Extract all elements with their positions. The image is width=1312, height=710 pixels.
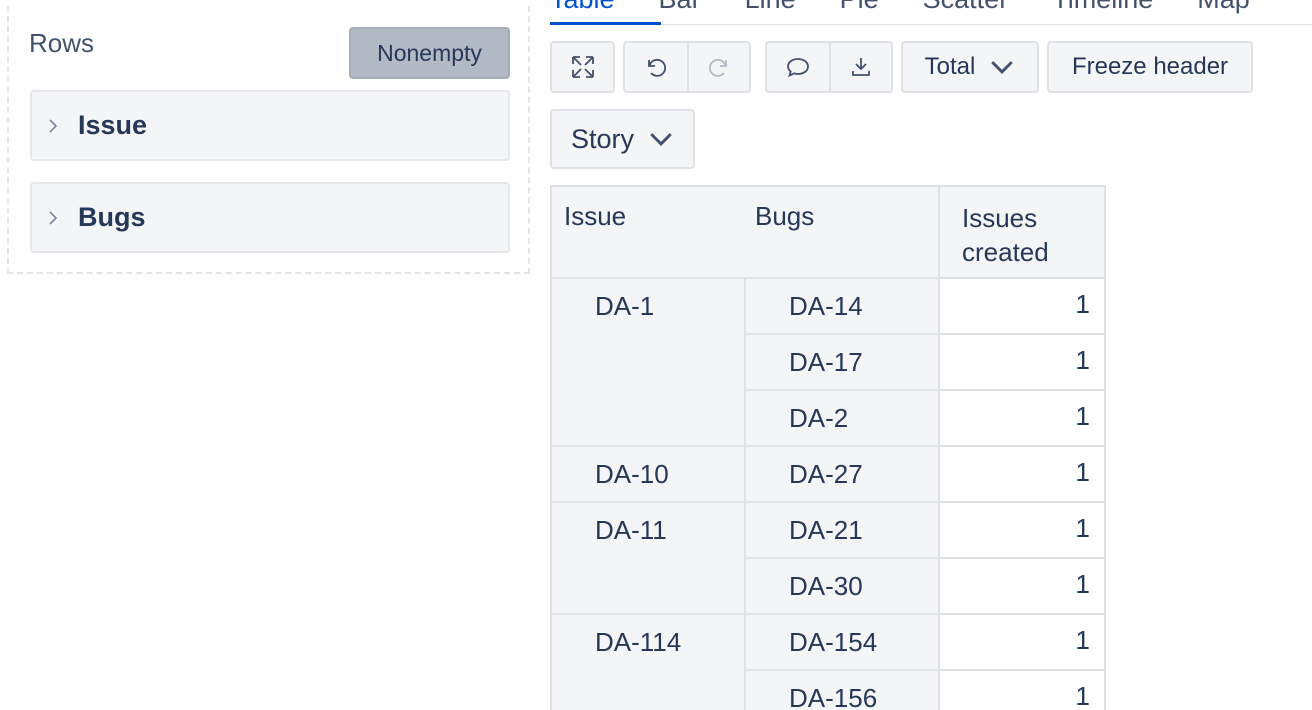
rows-dimension-issue[interactable]: Issue [30, 90, 510, 161]
comment-export-group [765, 41, 893, 93]
expand-icon [571, 56, 594, 78]
total-label: Total [924, 53, 976, 80]
active-tab-indicator [550, 22, 661, 25]
redo-button[interactable] [687, 43, 749, 91]
table-cell-value[interactable]: 1 [938, 613, 1106, 671]
table-cell-value[interactable]: 1 [938, 669, 1106, 710]
total-dropdown[interactable]: Total [901, 41, 1039, 93]
download-icon [852, 58, 870, 76]
table-cell-value[interactable]: 1 [938, 501, 1106, 559]
column-header-issue[interactable]: Issue [564, 201, 626, 232]
comment-icon [787, 58, 809, 78]
row-header-issue[interactable]: DA-10 [550, 445, 746, 503]
table-cell-value[interactable]: 1 [938, 333, 1106, 391]
tab-table[interactable]: Table [550, 0, 615, 24]
tab-timeline[interactable]: Timeline [1052, 0, 1153, 24]
fullscreen-button[interactable] [550, 41, 615, 93]
table-row: DA-10 DA-27 1 [550, 445, 1106, 503]
tab-map[interactable]: Map [1197, 0, 1250, 24]
comment-button[interactable] [767, 43, 829, 91]
column-header-bugs[interactable]: Bugs [755, 201, 814, 232]
undo-redo-group [623, 41, 751, 93]
tabs-divider [550, 24, 1312, 25]
freeze-header-label: Freeze header [1071, 53, 1229, 80]
dimension-label: Issue [78, 110, 148, 140]
tab-pie[interactable]: Pie [840, 0, 879, 24]
row-header-bug[interactable]: DA-21 [744, 501, 940, 559]
chevron-down-icon [991, 61, 1014, 74]
rows-title: Rows [29, 28, 95, 58]
freeze-header-button[interactable]: Freeze header [1047, 41, 1253, 93]
story-label: Story [570, 123, 635, 154]
table-row: DA-114 DA-154 1 [550, 613, 1106, 710]
table-row: DA-1 DA-14 1 [550, 277, 1106, 447]
story-dropdown[interactable]: Story [550, 109, 695, 169]
row-header-bug[interactable]: DA-30 [744, 557, 940, 615]
table-cell-value[interactable]: 1 [938, 557, 1106, 615]
row-header-bug[interactable]: DA-27 [744, 445, 940, 503]
table-cell-value[interactable]: 1 [938, 445, 1106, 503]
export-button[interactable] [829, 43, 891, 91]
undo-icon [648, 59, 667, 77]
row-header-issue[interactable]: DA-114 [550, 613, 746, 710]
tab-line[interactable]: Line [745, 0, 796, 24]
table-cell-value[interactable]: 1 [938, 389, 1106, 447]
pivot-table: Issue Bugs Issues created DA-1 DA-14 1 D… [550, 185, 1106, 710]
row-header-bug[interactable]: DA-2 [744, 389, 940, 447]
row-header-issue[interactable]: DA-11 [550, 501, 746, 615]
tab-bar[interactable]: Bar [659, 0, 701, 24]
rows-dimension-bugs[interactable]: Bugs [30, 182, 510, 253]
nonempty-button[interactable]: Nonempty [349, 27, 510, 79]
undo-button[interactable] [625, 43, 687, 91]
row-header-bug[interactable]: DA-156 [744, 669, 940, 710]
row-header-bug[interactable]: DA-154 [744, 613, 940, 671]
row-header-bug[interactable]: DA-14 [744, 277, 940, 335]
redo-icon [708, 59, 727, 77]
row-header-issue[interactable]: DA-1 [550, 277, 746, 447]
chevron-down-icon [650, 133, 672, 146]
tab-scatter[interactable]: Scatter [923, 0, 1009, 24]
table-cell-value[interactable]: 1 [938, 277, 1106, 335]
dimension-label: Bugs [78, 202, 146, 232]
row-header-bug[interactable]: DA-17 [744, 333, 940, 391]
dimension-header: Issue Bugs [550, 185, 940, 279]
view-tabs: Table Bar Line Pie Scatter Timeline Map [550, 0, 1294, 24]
rows-panel: Rows Nonempty Issue Bugs [7, 6, 530, 274]
chevron-right-icon[interactable] [32, 118, 78, 134]
table-row: DA-11 DA-21 1 [550, 501, 1106, 615]
chevron-right-icon[interactable] [32, 210, 78, 226]
column-header-issues-created[interactable]: Issues created [938, 185, 1106, 279]
